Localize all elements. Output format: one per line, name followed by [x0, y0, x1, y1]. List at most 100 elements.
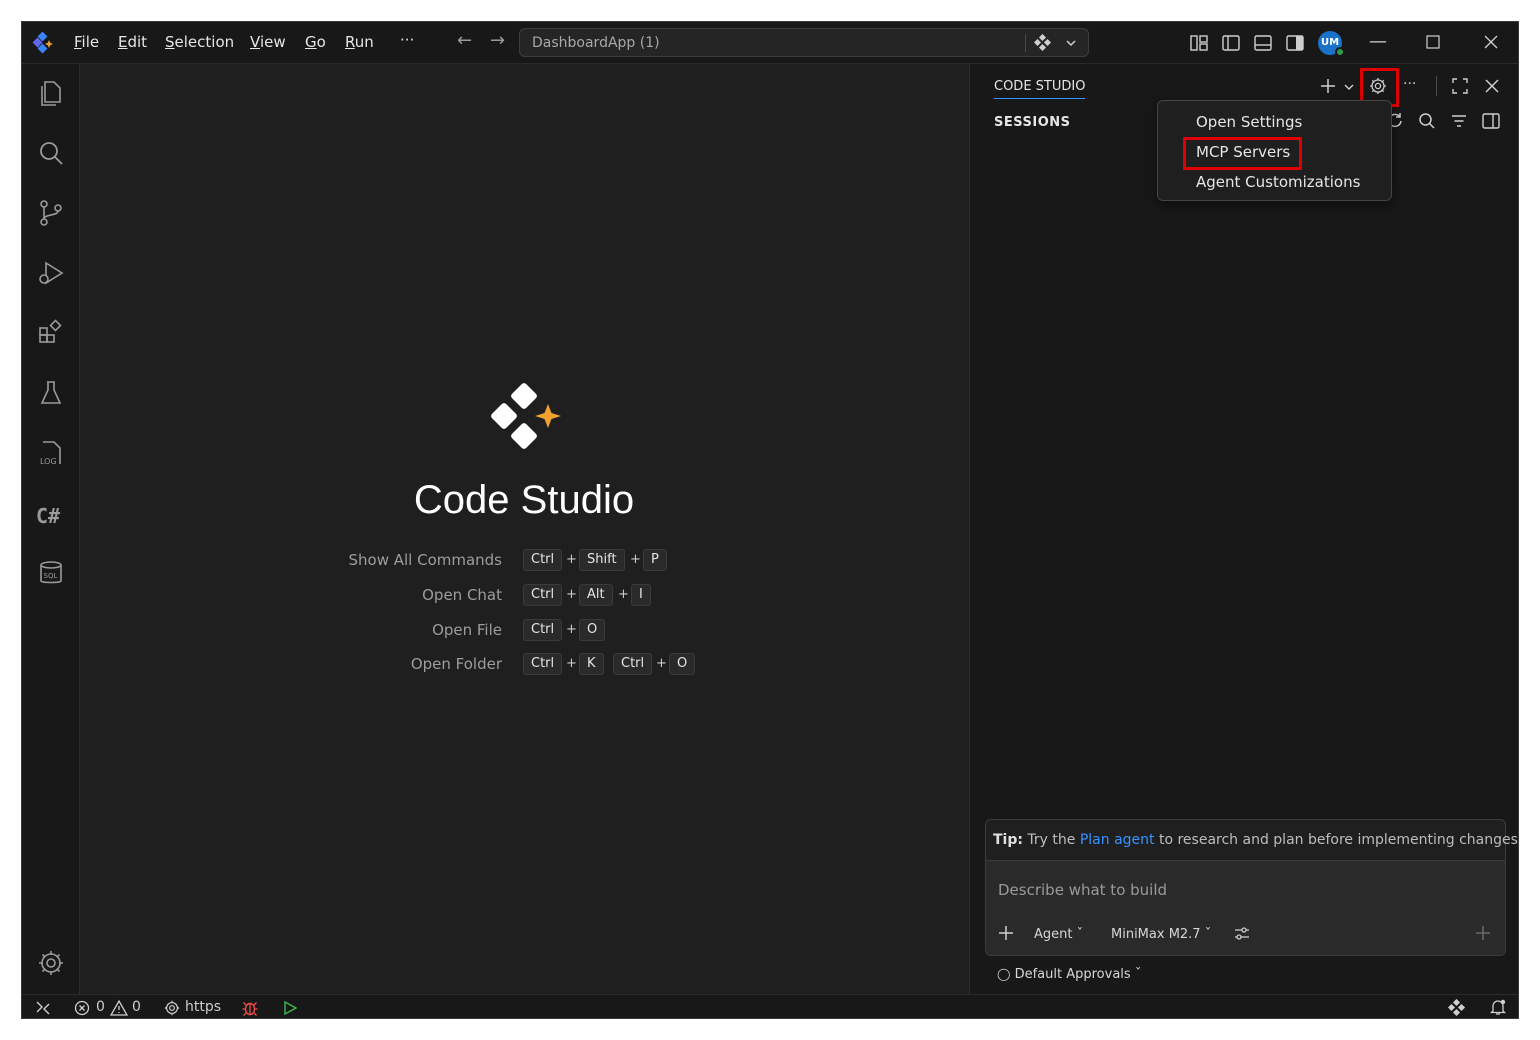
toggle-secondary-sidebar-icon[interactable] — [1285, 33, 1305, 53]
close-panel-icon[interactable] — [1482, 76, 1502, 96]
error-count[interactable]: 0 — [96, 999, 105, 1015]
keycap: Shift — [579, 549, 625, 571]
database-icon[interactable]: SQL — [36, 558, 66, 588]
menu-label-rest: o — [316, 33, 326, 51]
menu-item-agent-customizations[interactable]: Agent Customizations — [1196, 173, 1360, 191]
remote-icon[interactable] — [35, 1000, 51, 1016]
online-status-dot — [1335, 47, 1345, 57]
chevron-down-icon: ˇ — [1076, 927, 1084, 942]
new-session-plus-icon[interactable] — [1318, 76, 1338, 96]
notifications-bell-icon[interactable] — [1489, 998, 1507, 1016]
chevron-down-icon[interactable] — [1065, 37, 1077, 49]
code-studio-logo-icon — [491, 383, 561, 449]
testing-flask-icon[interactable] — [36, 378, 66, 408]
extensions-icon[interactable] — [36, 318, 66, 348]
csharp-icon[interactable]: C# — [36, 504, 60, 528]
tip-after: to research and plan before implementing… — [1154, 832, 1519, 848]
approvals-picker[interactable]: ◯ Default Approvals ˇ — [997, 967, 1141, 982]
panel-header-divider — [1436, 76, 1437, 96]
model-picker[interactable]: MiniMax M2.7 ˇ — [1111, 927, 1211, 942]
shortcut-label[interactable]: Open Chat — [202, 586, 502, 604]
menu-run[interactable]: Run — [345, 33, 374, 51]
chevron-down-icon: ˇ — [1204, 927, 1212, 942]
menu-mnemonic: G — [305, 33, 317, 51]
toggle-sessions-sidebar-icon[interactable] — [1481, 111, 1501, 131]
maximize-icon[interactable] — [1426, 35, 1440, 49]
svg-text:LOG: LOG — [40, 457, 57, 466]
key-plus: + — [618, 587, 629, 602]
app-window: File Edit Selection View Go Run ··· ← → Dashb… — [21, 21, 1519, 1019]
warning-count[interactable]: 0 — [132, 999, 141, 1015]
key-plus: + — [656, 656, 667, 671]
menu-selection[interactable]: Selection — [165, 33, 234, 51]
tip-text: Tip: Try the Plan agent to research and … — [993, 832, 1519, 848]
keycap: Ctrl — [523, 653, 563, 675]
menu-edit[interactable]: Edit — [118, 33, 147, 51]
copilot-status-icon[interactable] — [1448, 999, 1466, 1017]
error-icon — [74, 1000, 90, 1016]
menu-mnemonic: S — [165, 33, 175, 51]
keycap: I — [631, 584, 651, 606]
keycap: Ctrl — [613, 653, 653, 675]
warning-icon — [110, 999, 128, 1016]
minimize-icon[interactable]: — — [1369, 31, 1387, 52]
search-icon[interactable] — [36, 138, 66, 168]
prompt-input[interactable]: Describe what to build Agent ˇ MiniMax M… — [986, 860, 1505, 955]
keycap: K — [579, 653, 604, 675]
sessions-search-icon[interactable] — [1417, 111, 1437, 131]
menu-label-rest: un — [354, 33, 374, 51]
copilot-icon[interactable] — [1034, 34, 1052, 52]
agent-mode-picker[interactable]: Agent ˇ — [1034, 927, 1083, 942]
run-play-icon[interactable] — [282, 1000, 298, 1016]
keycap: Alt — [579, 584, 613, 606]
menu-file[interactable]: File — [74, 33, 99, 51]
keycap: Ctrl — [523, 584, 563, 606]
prompt-placeholder: Describe what to build — [998, 881, 1168, 899]
editor-area — [80, 64, 969, 994]
menu-label-rest: iew — [259, 33, 286, 51]
menu-go[interactable]: Go — [305, 33, 326, 51]
run-debug-icon[interactable] — [36, 258, 66, 288]
mcp-servers-highlight-box — [1183, 137, 1302, 170]
back-arrow-icon[interactable]: ← — [457, 30, 472, 51]
forward-arrow-icon[interactable]: → — [490, 30, 505, 51]
debug-bug-icon[interactable] — [241, 999, 259, 1017]
log-icon[interactable]: LOG — [36, 438, 66, 468]
plan-agent-link[interactable]: Plan agent — [1080, 832, 1155, 848]
customize-layout-icon[interactable] — [1189, 33, 1209, 53]
tools-sliders-icon[interactable] — [1233, 925, 1251, 943]
command-center-separator — [1025, 34, 1026, 52]
key-plus: + — [566, 622, 577, 637]
new-session-chevron-icon[interactable] — [1343, 81, 1355, 93]
menu-more-button[interactable]: ··· — [400, 31, 414, 49]
tip-before: Try the — [1022, 832, 1080, 848]
add-context-plus-icon[interactable] — [997, 924, 1015, 942]
manage-gear-icon[interactable] — [36, 948, 66, 978]
source-control-icon[interactable] — [36, 198, 66, 228]
command-center[interactable]: DashboardApp (1) — [519, 28, 1089, 57]
filter-icon[interactable] — [1449, 111, 1469, 131]
send-plus-icon[interactable] — [1474, 924, 1492, 942]
chat-input-box: Tip: Try the Plan agent to research and … — [985, 819, 1518, 956]
close-window-icon[interactable] — [1483, 34, 1499, 50]
menu-item-open-settings[interactable]: Open Settings — [1196, 113, 1302, 131]
panel-more-icon[interactable]: ··· — [1403, 76, 1416, 92]
toggle-panel-icon[interactable] — [1253, 33, 1273, 53]
key-plus: + — [566, 656, 577, 671]
keycap: O — [579, 619, 606, 641]
key-plus: + — [630, 552, 641, 567]
app-logo-icon — [32, 32, 53, 54]
shortcut-label[interactable]: Open File — [202, 621, 502, 639]
menu-view[interactable]: View — [250, 33, 286, 51]
panel-title-tab[interactable]: CODE STUDIO — [994, 79, 1086, 99]
toggle-sidebar-icon[interactable] — [1221, 33, 1241, 53]
explorer-icon[interactable] — [36, 78, 66, 108]
maximize-panel-icon[interactable] — [1450, 76, 1470, 96]
shortcut-label[interactable]: Show All Commands — [202, 551, 502, 569]
keycap: Ctrl — [523, 549, 563, 571]
model-label: MiniMax M2.7 — [1111, 927, 1201, 942]
svg-text:SQL: SQL — [44, 572, 58, 580]
remote-label[interactable]: https — [185, 999, 221, 1015]
shortcut-label[interactable]: Open Folder — [202, 655, 502, 673]
keycap: O — [669, 653, 696, 675]
